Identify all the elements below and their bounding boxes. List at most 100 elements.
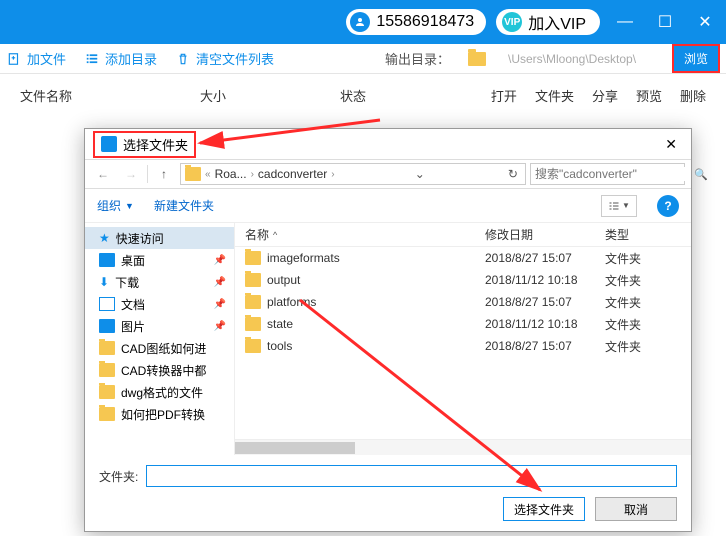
list-icon — [84, 51, 100, 67]
search-input[interactable] — [535, 167, 690, 181]
star-icon: ★ — [99, 231, 110, 245]
folder-name-input[interactable] — [146, 465, 677, 487]
folder-icon — [245, 339, 261, 353]
file-row[interactable]: tools 2018/8/27 15:07 文件夹 — [235, 335, 691, 357]
new-folder-button[interactable]: 新建文件夹 — [154, 197, 214, 214]
address-bar[interactable]: « Roa... › cadconverter › ⌄ ↻ — [180, 163, 526, 185]
dialog-toolbar: 组织 ▼ 新建文件夹 ▼ ? — [85, 189, 691, 223]
tree-item[interactable]: 如何把PDF转换 — [85, 403, 234, 425]
file-row[interactable]: platforms 2018/8/27 15:07 文件夹 — [235, 291, 691, 313]
minimize-button[interactable]: — — [610, 7, 640, 37]
vip-button[interactable]: VIP 加入VIP — [496, 9, 600, 35]
folder-icon — [468, 52, 486, 66]
col-open: 打开 — [491, 86, 517, 105]
folder-icon — [185, 167, 201, 181]
browse-button[interactable]: 浏览 — [672, 44, 720, 73]
breadcrumb[interactable]: cadconverter — [258, 167, 327, 181]
folder-icon — [99, 385, 115, 399]
trash-icon — [175, 51, 191, 67]
tree-documents[interactable]: 文档 📌 — [85, 293, 234, 315]
col-header-type[interactable]: 类型 — [605, 226, 681, 243]
col-folder: 文件夹 — [535, 86, 574, 105]
col-header-name[interactable]: 名称^ — [245, 226, 485, 243]
pictures-icon — [99, 319, 115, 333]
output-path: \Users\Mloong\Desktop\ — [504, 52, 654, 66]
download-icon: ⬇ — [99, 275, 109, 289]
clear-list-button[interactable]: 清空文件列表 — [175, 49, 274, 68]
dialog-close-button[interactable]: ✕ — [659, 136, 683, 153]
help-button[interactable]: ? — [657, 195, 679, 217]
scrollbar-thumb[interactable] — [235, 442, 355, 454]
vip-icon: VIP — [502, 12, 522, 32]
col-share: 分享 — [592, 86, 618, 105]
chevron-right-icon: « — [205, 169, 211, 180]
chevron-down-icon: ▼ — [125, 201, 134, 211]
close-button[interactable]: ✕ — [690, 7, 720, 37]
pin-icon: 📌 — [214, 255, 226, 266]
cancel-button[interactable]: 取消 — [595, 497, 677, 521]
add-file-label: 加文件 — [27, 49, 66, 68]
col-header-date[interactable]: 修改日期 — [485, 226, 605, 243]
maximize-button[interactable]: ☐ — [650, 7, 680, 37]
file-row[interactable]: imageformats 2018/8/27 15:07 文件夹 — [235, 247, 691, 269]
nav-up-button[interactable]: ↑ — [152, 162, 176, 186]
pin-icon: 📌 — [214, 277, 226, 288]
tree-item[interactable]: CAD图纸如何进 — [85, 337, 234, 359]
folder-icon — [245, 251, 261, 265]
account-pill[interactable]: 15586918473 — [346, 9, 486, 35]
clear-list-label: 清空文件列表 — [196, 49, 274, 68]
view-mode-button[interactable]: ▼ — [601, 195, 637, 217]
nav-forward-button[interactable]: → — [119, 162, 143, 186]
output-dir-label: 输出目录： — [385, 49, 450, 68]
chevron-down-icon: ▼ — [622, 201, 630, 210]
col-status: 状态 — [340, 86, 490, 105]
tree-desktop[interactable]: 桌面 📌 — [85, 249, 234, 271]
col-filename: 文件名称 — [20, 86, 200, 105]
desktop-icon — [99, 253, 115, 267]
file-list: imageformats 2018/8/27 15:07 文件夹 output … — [235, 247, 691, 439]
folder-icon — [245, 295, 261, 309]
col-preview: 预览 — [636, 86, 662, 105]
folder-icon — [245, 317, 261, 331]
col-size: 大小 — [200, 86, 340, 105]
file-row[interactable]: output 2018/11/12 10:18 文件夹 — [235, 269, 691, 291]
avatar-icon — [350, 12, 370, 32]
tree-downloads[interactable]: ⬇ 下载 📌 — [85, 271, 234, 293]
folder-icon — [99, 341, 115, 355]
vip-label: 加入VIP — [528, 10, 586, 34]
document-icon — [99, 297, 115, 311]
nav-back-button[interactable]: ← — [91, 162, 115, 186]
pin-icon: 📌 — [214, 321, 226, 332]
tree-quick-access[interactable]: ★ 快速访问 — [85, 227, 234, 249]
add-file-icon — [6, 51, 22, 67]
file-list-area: 名称^ 修改日期 类型 imageformats 2018/8/27 15:07… — [235, 223, 691, 455]
phone-number: 15586918473 — [376, 13, 474, 31]
tree-item[interactable]: CAD转换器中都 — [85, 359, 234, 381]
search-icon: 🔍 — [694, 168, 708, 181]
folder-tree: ★ 快速访问 桌面 📌 ⬇ 下载 📌 文档 📌 图片 📌 — [85, 223, 235, 455]
select-folder-button[interactable]: 选择文件夹 — [503, 497, 585, 521]
list-header: 文件名称 大小 状态 打开 文件夹 分享 预览 删除 — [0, 74, 726, 117]
sort-icon: ^ — [273, 230, 277, 240]
dialog-footer: 文件夹: — [85, 455, 691, 487]
address-dropdown[interactable]: ⌄ — [412, 167, 428, 181]
tree-item[interactable]: dwg格式的文件 — [85, 381, 234, 403]
file-list-header: 名称^ 修改日期 类型 — [235, 223, 691, 247]
organize-button[interactable]: 组织 ▼ — [97, 197, 134, 214]
chevron-right-icon: › — [251, 169, 254, 180]
search-bar[interactable]: 🔍 — [530, 163, 685, 185]
refresh-button[interactable]: ↻ — [505, 167, 521, 181]
tree-pictures[interactable]: 图片 📌 — [85, 315, 234, 337]
add-file-button[interactable]: 加文件 — [6, 49, 66, 68]
add-dir-button[interactable]: 添加目录 — [84, 49, 157, 68]
horizontal-scrollbar[interactable] — [235, 439, 691, 455]
chevron-right-icon: › — [331, 169, 334, 180]
dialog-title: 选择文件夹 — [123, 135, 188, 154]
titlebar: 15586918473 VIP 加入VIP — ☐ ✕ — [0, 0, 726, 44]
breadcrumb[interactable]: Roa... — [215, 167, 247, 181]
folder-picker-dialog: 选择文件夹 ✕ ← → ↑ « Roa... › cadconverter › … — [84, 128, 692, 532]
pin-icon: 📌 — [214, 299, 226, 310]
file-row[interactable]: state 2018/11/12 10:18 文件夹 — [235, 313, 691, 335]
dialog-nav: ← → ↑ « Roa... › cadconverter › ⌄ ↻ 🔍 — [85, 159, 691, 189]
dialog-app-icon — [101, 136, 117, 152]
